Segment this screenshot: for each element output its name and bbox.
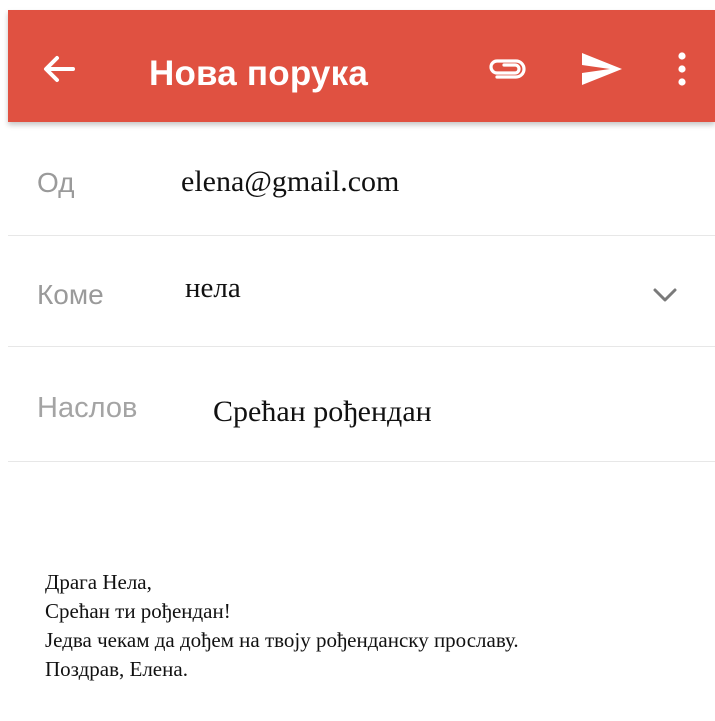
subject-field[interactable]: Наслов Срећан рођендан: [8, 347, 715, 462]
app-bar: Нова порука: [8, 10, 715, 122]
message-body[interactable]: Драга Нела, Срећан ти рођендан! Једва че…: [45, 568, 705, 684]
arrow-left-icon: [44, 56, 75, 82]
send-button[interactable]: [573, 44, 631, 94]
from-field[interactable]: Од elena@gmail.com: [8, 125, 715, 236]
attach-button[interactable]: [478, 46, 534, 92]
to-value[interactable]: нела: [185, 274, 241, 303]
to-label: Коме: [37, 279, 104, 310]
to-field[interactable]: Коме нела: [8, 236, 715, 347]
body-line-signature: Поздрав, Елена.: [45, 657, 188, 681]
subject-label: Наслов: [37, 392, 138, 424]
paperclip-icon: [489, 59, 526, 79]
from-label: Од: [37, 167, 75, 198]
expand-recipients-button[interactable]: [648, 280, 682, 310]
more-vertical-icon: [678, 52, 686, 86]
body-line-message: Једва чекам да дођем на твоју рођенданск…: [45, 628, 519, 652]
back-button[interactable]: [34, 44, 84, 94]
page-title: Нова порука: [149, 54, 368, 93]
from-value[interactable]: elena@gmail.com: [181, 167, 399, 197]
body-line-greeting: Драга Нела,: [45, 570, 152, 594]
send-icon: [582, 53, 622, 85]
subject-value[interactable]: Срећан рођендан: [213, 397, 432, 427]
chevron-down-icon: [653, 288, 677, 302]
more-options-button[interactable]: [662, 42, 702, 96]
body-line-wish: Срећан ти рођендан!: [45, 599, 231, 623]
